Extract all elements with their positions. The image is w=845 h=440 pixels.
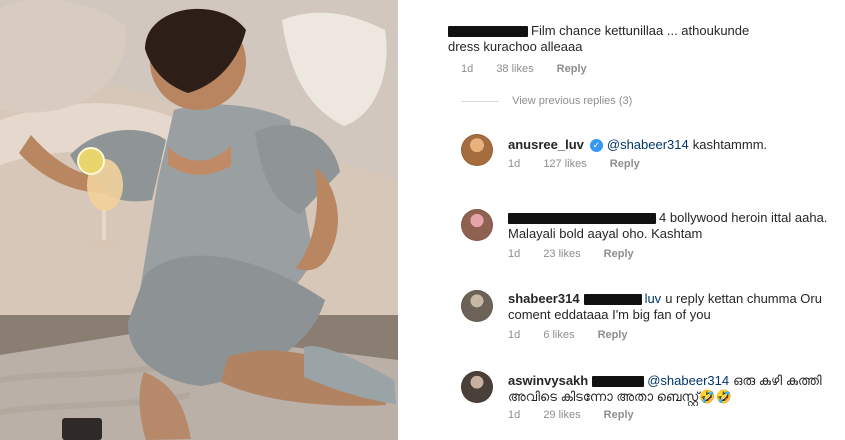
reply-time: 1d bbox=[508, 409, 521, 421]
glass-stem bbox=[102, 210, 106, 242]
top-comment-text-block: Film chance kettunillaa ... athoukunde d… bbox=[448, 23, 768, 55]
reply-likes[interactable]: 127 likes bbox=[543, 158, 586, 170]
redacted-mention bbox=[592, 376, 645, 388]
reply-likes[interactable]: 6 likes bbox=[543, 329, 574, 341]
photo-illustration bbox=[0, 0, 398, 440]
avatar[interactable] bbox=[461, 209, 493, 241]
reply-comment: aswinvysakh @shabeer314 ഒരു കുഴി കുത്തി അവ… bbox=[398, 368, 845, 428]
verified-badge-icon: ✓ bbox=[589, 139, 603, 153]
reply-text-block: anusree_luv ✓ @shabeer314 kashtammm. bbox=[508, 137, 838, 153]
photo-panel bbox=[0, 0, 398, 440]
redacted-username bbox=[508, 213, 656, 225]
top-comment-reply-button[interactable]: Reply bbox=[557, 63, 587, 75]
reply-time: 1d bbox=[508, 248, 521, 260]
reply-button[interactable]: Reply bbox=[610, 158, 640, 170]
reply-mention-suffix[interactable]: luv bbox=[645, 291, 662, 306]
top-comment-likes[interactable]: 38 likes bbox=[496, 63, 533, 75]
reply-likes[interactable]: 29 likes bbox=[543, 409, 580, 421]
reply-meta: 1d 127 likes Reply bbox=[508, 158, 660, 170]
replies-divider bbox=[461, 100, 499, 102]
reply-text: kashtammm. bbox=[692, 137, 768, 152]
avatar[interactable] bbox=[461, 290, 493, 322]
reply-text-block: aswinvysakh @shabeer314 ഒരു കുഴി കുത്തി അവ… bbox=[508, 373, 838, 405]
reply-mention[interactable]: @shabeer314 bbox=[607, 137, 689, 152]
reply-meta: 1d 23 likes Reply bbox=[508, 248, 654, 260]
reply-username[interactable]: shabeer314 bbox=[508, 291, 580, 306]
top-comment-meta: 1d 38 likes Reply bbox=[461, 63, 607, 75]
glass-base bbox=[87, 240, 121, 250]
reply-comment: anusree_luv ✓ @shabeer314 kashtammm. 1d 127… bbox=[398, 128, 845, 170]
lemon-slice bbox=[77, 147, 105, 175]
reply-likes[interactable]: 23 likes bbox=[543, 248, 580, 260]
reply-text-block: shabeer314 luv u reply kettan chumma Oru c… bbox=[508, 291, 838, 323]
reply-time: 1d bbox=[508, 329, 521, 341]
redacted-mention bbox=[583, 294, 642, 306]
view-previous-replies-label[interactable]: View previous replies (3) bbox=[512, 95, 632, 107]
reply-button[interactable]: Reply bbox=[604, 248, 634, 260]
reply-comment: shabeer314 luv u reply kettan chumma Oru c… bbox=[398, 286, 845, 346]
reply-username[interactable]: anusree_luv bbox=[508, 137, 584, 152]
redacted-username bbox=[448, 26, 528, 38]
top-comment-time: 1d bbox=[461, 63, 474, 75]
view-previous-replies[interactable]: View previous replies (3) bbox=[461, 95, 632, 107]
top-comment: Film chance kettunillaa ... athoukunde d… bbox=[398, 20, 845, 90]
laughing-emoji-icon: 🤣🤣 bbox=[699, 389, 732, 404]
reply-text-block: 4 bollywood heroin ittal aaha. Malayali … bbox=[508, 210, 838, 242]
avatar[interactable] bbox=[461, 371, 493, 403]
reply-mention[interactable]: @shabeer314 bbox=[647, 373, 729, 388]
reply-button[interactable]: Reply bbox=[598, 329, 628, 341]
avatar[interactable] bbox=[461, 134, 493, 166]
reply-time: 1d bbox=[508, 158, 521, 170]
comments-panel: Film chance kettunillaa ... athoukunde d… bbox=[398, 0, 845, 440]
phone bbox=[62, 418, 102, 440]
reply-meta: 1d 6 likes Reply bbox=[508, 329, 648, 341]
reply-username[interactable]: aswinvysakh bbox=[508, 373, 588, 388]
reply-button[interactable]: Reply bbox=[604, 409, 634, 421]
reply-comment: 4 bollywood heroin ittal aaha. Malayali … bbox=[398, 205, 845, 265]
reply-mention-suffix: 4 bbox=[659, 210, 667, 225]
reply-meta: 1d 29 likes Reply bbox=[508, 409, 654, 421]
